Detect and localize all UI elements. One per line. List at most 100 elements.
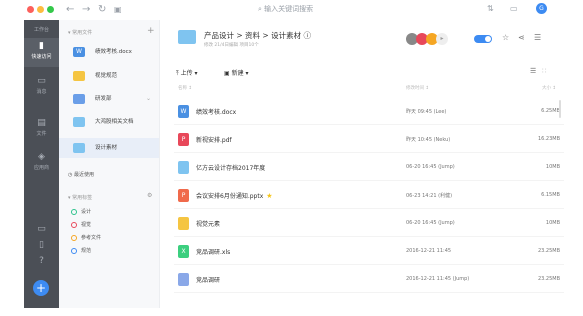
file-type-icon: P: [178, 133, 189, 146]
file-name: 会议安排6月份通知.pptx ★: [196, 192, 273, 200]
star-icon[interactable]: ☆: [502, 33, 509, 42]
sidebar-item-design-assets[interactable]: 设计素材: [59, 138, 159, 158]
sidebar-item-performance-doc[interactable]: W 绩效考核.docx: [65, 42, 157, 62]
maximize-window-button[interactable]: [47, 6, 54, 13]
forward-arrow-icon[interactable]: →: [82, 4, 90, 16]
view-toggle[interactable]: [474, 35, 492, 43]
file-name: 绩效考核.docx: [196, 109, 237, 116]
chevron-down-icon[interactable]: ⌄: [146, 89, 151, 109]
star-icon[interactable]: ★: [266, 192, 272, 200]
team-folder-icon: [73, 94, 85, 104]
file-type-icon: [178, 161, 189, 174]
rail-item-workspace[interactable]: 工作台: [24, 26, 59, 33]
folder-icon: [73, 143, 85, 153]
monitor-icon[interactable]: ▭: [24, 224, 59, 236]
screen-icon[interactable]: ▭: [510, 4, 518, 13]
file-row[interactable]: W 绩效考核.docx 昨天 09:45 (Lee) 6.25MB: [174, 98, 564, 125]
file-row[interactable]: P 会议安排6月份通知.pptx ★ 06-23 14:21 (利健) 6.15MB: [174, 182, 564, 209]
file-type-icon: [178, 273, 189, 286]
column-name[interactable]: 名称 ↕: [178, 85, 192, 91]
tag-visual[interactable]: 视觉: [71, 221, 91, 228]
app-icon: ◈: [38, 152, 45, 162]
file-size: 10MB: [545, 220, 560, 226]
file-name: 新视安排.pdf: [196, 137, 232, 144]
gear-icon[interactable]: ⚙: [147, 192, 152, 199]
help-icon[interactable]: ?: [24, 256, 59, 268]
tag-dot-icon: [71, 221, 77, 228]
tag-reference[interactable]: 参考文件: [71, 234, 101, 241]
scrollbar[interactable]: [559, 100, 561, 118]
file-name: 竞品调研.xls: [196, 249, 231, 256]
file-row[interactable]: X 竞品调研.xls 2016-12-21 11:45 23.25MB: [174, 238, 564, 265]
message-icon: ▭: [37, 76, 46, 86]
search-icon: ⌕: [258, 5, 262, 13]
tags-title: ▾ 常用标签: [68, 195, 93, 201]
word-doc-icon: W: [73, 47, 85, 57]
sidebar-item-visual-spec[interactable]: 视觉规范: [65, 66, 157, 86]
folder-icon: [73, 71, 85, 81]
file-date: 2016-12-21 11:45 (Jump): [406, 276, 470, 282]
rail-item-apps[interactable]: ◈ 应用商: [24, 152, 59, 171]
sort-icon[interactable]: ⇅: [487, 4, 494, 13]
refresh-icon[interactable]: ↻: [98, 4, 106, 16]
file-date: 06-23 14:21 (利健): [406, 193, 453, 199]
tag-design[interactable]: 设计: [71, 208, 91, 215]
main-panel: 产品设计 > 资料 > 设计素材 ⓘ 修改 21/4日编辑 项目10个 ▸ ☆ …: [160, 20, 583, 316]
file-row[interactable]: 亿方云设计存档2017年度 06-20 16:45 (Jump) 10MB: [174, 154, 564, 181]
file-date: 06-20 16:45 (Jump): [406, 164, 455, 170]
file-date: 2016-12-21 11:45: [406, 248, 452, 254]
tag-spec[interactable]: 规范: [71, 247, 91, 254]
common-files-title: ▾ 常用文件: [68, 30, 93, 36]
user-avatar[interactable]: G: [536, 3, 547, 14]
upload-button[interactable]: ⤒ 上传 ▾: [176, 68, 198, 78]
rail-item-message[interactable]: ▭ 消息: [24, 76, 59, 95]
file-name: 视觉元素: [196, 221, 221, 228]
add-icon[interactable]: +: [147, 26, 155, 36]
file-name: 亿方云设计存档2017年度: [196, 165, 266, 172]
breadcrumb[interactable]: 产品设计 > 资料 > 设计素材 ⓘ: [204, 30, 311, 41]
phone-icon[interactable]: ▯: [24, 240, 59, 252]
file-size: 23.25MB: [537, 276, 560, 282]
file-date: 昨天 09:45 (Lee): [406, 109, 447, 115]
share-icon[interactable]: ⋖: [518, 33, 525, 42]
sidebar-item-rd-dept[interactable]: 研发部 ⌄: [65, 89, 157, 109]
column-size[interactable]: 大小 ↕: [542, 85, 556, 91]
column-date[interactable]: 修改时间 ↕: [406, 85, 429, 91]
icon-rail: 工作台 ▮ 快速访问 ▭ 消息 ▤ 文件 ◈ 应用商 ▭ ▯ ?: [24, 20, 59, 308]
file-type-icon: [178, 217, 189, 230]
sidebar-toggle-icon[interactable]: ▣: [114, 4, 122, 16]
menu-icon[interactable]: ☰: [534, 33, 541, 42]
title-bar: ← → ↻ ▣ ⌕ 输入关键词搜索 ⇅ ▭ G: [0, 0, 583, 20]
minimize-window-button[interactable]: [37, 6, 44, 13]
sidebar-item-dahong-docs[interactable]: 大鸿股相关文档: [65, 112, 157, 132]
recent-link[interactable]: ◷ 最近使用: [68, 171, 94, 178]
tag-dot-icon: [71, 234, 77, 241]
file-row[interactable]: P 新视安排.pdf 昨天 10:45 (Neku) 16.23MB: [174, 126, 564, 153]
file-icon: ▤: [37, 118, 46, 128]
close-window-button[interactable]: [27, 6, 34, 13]
file-name: 竞品调研: [196, 277, 221, 284]
folder-meta: 修改 21/4日编辑 项目10个: [204, 43, 259, 48]
file-date: 06-20 16:45 (Jump): [406, 220, 455, 226]
grid-view-icon[interactable]: ∷: [542, 67, 546, 75]
file-date: 昨天 10:45 (Neku): [406, 137, 451, 143]
sidebar: ▾ 常用文件 + W 绩效考核.docx 视觉规范 研发部 ⌄ 大鸿股相关文档 …: [59, 20, 160, 308]
rail-item-files[interactable]: ▤ 文件: [24, 118, 59, 137]
file-size: 6.25MB: [541, 108, 560, 114]
new-button[interactable]: ▣ 新建 ▾: [224, 68, 249, 77]
rail-item-quick-access[interactable]: ▮ 快速访问: [24, 38, 59, 67]
search-input[interactable]: ⌕ 输入关键词搜索: [258, 4, 313, 14]
folder-icon: [73, 117, 85, 127]
file-size: 16.23MB: [537, 136, 560, 142]
add-fab-button[interactable]: +: [33, 280, 49, 296]
tag-dot-icon: [71, 247, 77, 254]
file-row[interactable]: 竞品调研 2016-12-21 11:45 (Jump) 23.25MB: [174, 266, 564, 293]
file-size: 6.15MB: [541, 192, 560, 198]
back-arrow-icon[interactable]: ←: [66, 4, 74, 16]
file-size: 10MB: [545, 164, 560, 170]
list-view-icon[interactable]: ☰: [530, 67, 536, 75]
more-members-icon[interactable]: ▸: [436, 33, 448, 45]
file-type-icon: W: [178, 105, 189, 118]
file-type-icon: X: [178, 245, 189, 258]
file-row[interactable]: 视觉元素 06-20 16:45 (Jump) 10MB: [174, 210, 564, 237]
